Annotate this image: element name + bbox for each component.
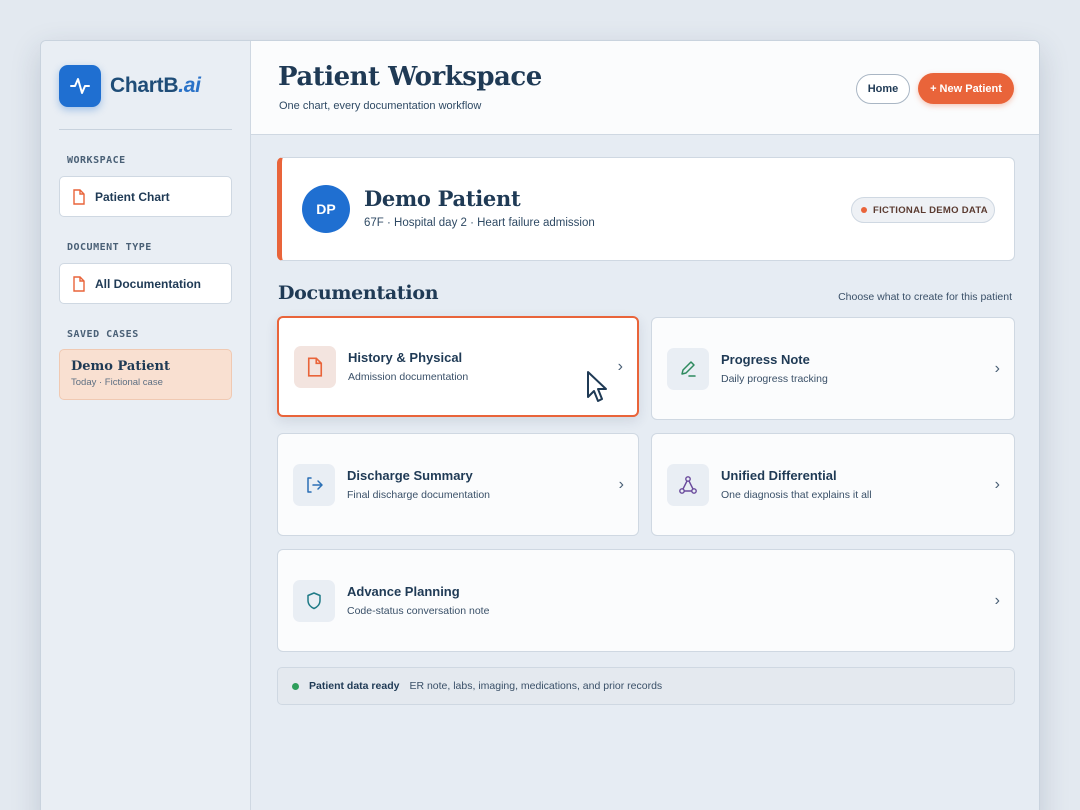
patient-meta: 67F · Hospital day 2 · Heart failure adm… [364,217,595,229]
sidebar-item-label: Patient Chart [95,189,170,204]
card-title: Advance Planning [347,584,460,599]
card-subtitle: Code-status conversation note [347,605,490,617]
brand[interactable]: ChartB.ai [59,65,201,107]
document-type-label: DOCUMENT TYPE [67,242,152,253]
card-subtitle: Admission documentation [348,371,469,383]
patient-name: Demo Patient [364,186,521,211]
status-dot [292,682,299,690]
status-text: ER note, labs, imaging, medications, and… [409,680,663,692]
section-hint: Choose what to create for this patient [838,291,1012,303]
sidebar: ChartB.ai WORKSPACE Patient Chart DOCUME… [41,41,251,810]
chevron-right-icon: › [994,359,1000,377]
avatar: DP [302,185,350,233]
card-subtitle: Daily progress tracking [721,373,828,385]
card-title: Discharge Summary [347,468,473,483]
pen-icon [667,347,709,390]
file-icon [73,275,85,292]
chevron-right-icon: › [618,475,624,493]
status-label: Patient data ready [309,680,400,692]
divider [59,129,232,130]
badge-dot [861,207,867,213]
advance-planning-card[interactable]: Advance Planning Code-status conversatio… [277,549,1015,652]
sidebar-item-all-documentation[interactable]: All Documentation [59,263,232,304]
brand-name: ChartB.ai [110,74,201,97]
saved-case-subtitle: Today · Fictional case [71,377,163,388]
exit-icon [293,463,335,506]
saved-cases-label: SAVED CASES [67,329,139,340]
discharge-summary-card[interactable]: Discharge Summary Final discharge docume… [277,433,639,536]
card-title: Unified Differential [721,468,837,483]
app-window: ChartB.ai WORKSPACE Patient Chart DOCUME… [40,40,1040,810]
saved-case-title: Demo Patient [71,359,171,374]
workspace-label: WORKSPACE [67,155,126,166]
status-bar: Patient data ready ER note, labs, imagin… [277,667,1015,705]
sidebar-item-patient-chart[interactable]: Patient Chart [59,176,232,217]
card-subtitle: Final discharge documentation [347,489,491,501]
patient-card: DP Demo Patient 67F · Hospital day 2 · H… [277,157,1015,261]
home-button[interactable]: Home [856,74,910,104]
section-title: Documentation [278,282,439,304]
status-badge: FICTIONAL DEMO DATA [851,197,995,223]
page-title: Patient Workspace [278,62,542,92]
new-patient-button[interactable]: + New Patient [918,73,1014,104]
progress-note-card[interactable]: Progress Note Daily progress tracking › [651,317,1015,420]
pulse-icon [59,65,101,107]
chevron-right-icon: › [617,357,623,375]
mouse-cursor-icon [587,371,607,402]
unified-differential-card[interactable]: Unified Differential One diagnosis that … [651,433,1015,536]
badge-label: FICTIONAL DEMO DATA [873,204,988,216]
header: Patient Workspace One chart, every docum… [251,41,1039,135]
chevron-right-icon: › [994,475,1000,493]
file-icon [73,188,85,205]
card-title: Progress Note [721,352,810,367]
chevron-right-icon: › [994,591,1000,609]
saved-case-item[interactable]: Demo Patient Today · Fictional case [59,349,232,400]
shield-icon [293,579,335,622]
sidebar-item-label: All Documentation [95,276,202,291]
network-icon [667,463,709,506]
page-subtitle: One chart, every documentation workflow [279,100,482,112]
card-subtitle: One diagnosis that explains it all [721,489,872,501]
file-icon [294,345,336,388]
card-title: History & Physical [348,350,463,365]
